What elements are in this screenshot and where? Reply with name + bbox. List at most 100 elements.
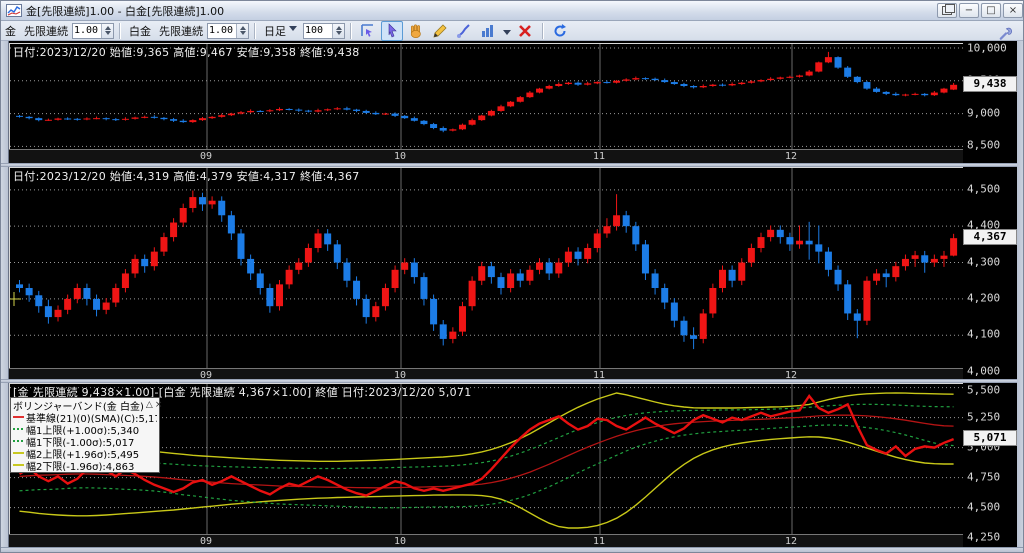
bar-count-input[interactable] bbox=[304, 23, 332, 38]
gold-series-label: 先限連続 bbox=[24, 24, 68, 38]
wrench-icon bbox=[999, 27, 1012, 40]
chart-panel-platinum: 日付:2023/12/20 始値:4,319 高値:4,379 安値:4,317… bbox=[1, 167, 1023, 382]
spread-time-axis: 09 10 11 12 bbox=[9, 534, 965, 548]
chart-panel-spread: [金 先限連続 9,438×1.00]-[白金 先限連続 4,367×1.00]… bbox=[1, 383, 1023, 548]
legend-item: 幅1下限(-1.00σ):5,017 bbox=[13, 435, 157, 447]
legend-line-swatch bbox=[13, 428, 24, 430]
toolbar: 金 先限連続 白金 先限連続 日足 bbox=[1, 20, 1023, 41]
y-axis-tick-label: 4,750 bbox=[967, 470, 1001, 484]
brush-icon bbox=[457, 23, 470, 38]
chart-panel-gold: 日付:2023/12/20 始値:9,365 高値:9,467 安値:9,358… bbox=[1, 41, 1023, 163]
chart-style-button[interactable] bbox=[477, 21, 499, 41]
select-tool-button[interactable] bbox=[381, 20, 403, 41]
spinner-arrows-icon[interactable] bbox=[236, 23, 248, 38]
legend-line-swatch bbox=[13, 440, 24, 442]
legend-line-swatch bbox=[13, 464, 24, 466]
minimize-button[interactable]: − bbox=[959, 3, 979, 18]
gold-multiplier-input[interactable] bbox=[73, 23, 101, 38]
x-axis-month-label: 10 bbox=[393, 536, 407, 547]
gold-ohlc-info: 日付:2023/12/20 始値:9,365 高値:9,467 安値:9,358… bbox=[13, 46, 360, 59]
bar-chart-icon bbox=[482, 24, 493, 37]
platinum-ohlc-info: 日付:2023/12/20 始値:4,319 高値:4,379 安値:4,317… bbox=[13, 170, 360, 183]
panel-left-strip bbox=[1, 167, 9, 381]
legend-close-button[interactable]: × bbox=[155, 400, 163, 410]
pencil-icon bbox=[433, 23, 447, 38]
current-value-badge: 4,367 bbox=[963, 229, 1017, 246]
x-axis-month-label: 11 bbox=[592, 151, 606, 162]
crosshair-tool-button[interactable] bbox=[357, 21, 379, 41]
crosshair-tool-icon bbox=[361, 23, 373, 37]
period-dropdown[interactable]: 日足 bbox=[264, 23, 299, 39]
gold-candlestick-chart[interactable]: 日付:2023/12/20 始値:9,365 高値:9,467 安値:9,358… bbox=[9, 43, 965, 150]
y-axis-tick-label: 4,100 bbox=[967, 327, 1001, 341]
current-value-badge: 9,438 bbox=[963, 75, 1017, 92]
y-axis-tick-label: 4,200 bbox=[967, 291, 1001, 305]
platinum-candlestick-chart[interactable]: 日付:2023/12/20 始値:4,319 高値:4,379 安値:4,317… bbox=[9, 167, 965, 369]
bollinger-legend: ボリンジャーバンド(金 白金) △ × 基準線(21)(0)(SMA)(C):5… bbox=[10, 397, 162, 473]
refresh-icon bbox=[554, 23, 566, 37]
chart-style-dropdown-arrow-icon[interactable] bbox=[503, 30, 511, 39]
title-bar: 金[先限連続]1.00 - 白金[先限連続]1.00 − □ × bbox=[1, 1, 1023, 21]
copy-window-button[interactable] bbox=[937, 3, 957, 18]
window-bottom-edge bbox=[1, 547, 1023, 552]
legend-line-swatch bbox=[13, 452, 24, 454]
legend-item: 基準線(21)(0)(SMA)(C):5,179 bbox=[13, 411, 157, 423]
platinum-symbol-label: 白金 bbox=[129, 24, 151, 38]
platinum-multiplier-input[interactable] bbox=[208, 23, 236, 38]
platinum-series-label: 先限連続 bbox=[159, 24, 203, 38]
y-axis-tick-label: 4,500 bbox=[967, 182, 1001, 196]
toolbar-separator bbox=[119, 22, 120, 39]
toolbar-separator bbox=[254, 22, 255, 39]
legend-collapse-button[interactable]: △ bbox=[146, 400, 153, 410]
bar-count-spinner[interactable] bbox=[303, 22, 345, 39]
refresh-button[interactable] bbox=[549, 21, 571, 41]
legend-item: 幅2上限(+1.96σ):5,495 bbox=[13, 447, 157, 459]
gold-multiplier-spinner[interactable] bbox=[72, 22, 114, 39]
maximize-button[interactable]: □ bbox=[981, 3, 1001, 18]
x-axis-month-label: 09 bbox=[199, 151, 213, 162]
clear-drawings-button[interactable] bbox=[514, 21, 536, 41]
legend-item: 幅2下限(-1.96σ):4,863 bbox=[13, 459, 157, 471]
y-axis-tick-label: 8,500 bbox=[967, 138, 1001, 152]
panel-left-strip bbox=[1, 383, 9, 547]
window-title: 金[先限連続]1.00 - 白金[先限連続]1.00 bbox=[26, 4, 225, 18]
brush-tool-button[interactable] bbox=[453, 21, 475, 41]
y-axis-tick-label: 9,000 bbox=[967, 106, 1001, 120]
current-value-badge: 5,071 bbox=[963, 430, 1017, 447]
x-axis-month-label: 12 bbox=[784, 151, 798, 162]
delete-x-icon bbox=[519, 24, 531, 37]
select-tool-icon bbox=[388, 22, 397, 37]
x-axis-month-label: 09 bbox=[199, 536, 213, 547]
y-axis-tick-label: 4,500 bbox=[967, 500, 1001, 514]
dropdown-arrow-icon bbox=[289, 25, 297, 35]
y-axis-tick-label: 10,000 bbox=[967, 41, 1007, 55]
settings-wrench-button[interactable] bbox=[994, 23, 1016, 43]
panel-left-strip bbox=[1, 41, 9, 163]
y-axis-tick-label: 4,250 bbox=[967, 530, 1001, 544]
y-axis-tick-label: 4,000 bbox=[967, 364, 1001, 378]
pan-tool-button[interactable] bbox=[405, 21, 427, 41]
app-window: 金[先限連続]1.00 - 白金[先限連続]1.00 − □ × 金 先限連続 … bbox=[0, 0, 1024, 553]
pencil-tool-button[interactable] bbox=[429, 21, 451, 41]
spread-value-axis: 5,500 5,250 5,000 4,750 4,500 4,250 5,071 bbox=[963, 383, 1023, 547]
toolbar-separator bbox=[542, 22, 543, 39]
toolbar-separator bbox=[350, 22, 351, 39]
window-right-edge bbox=[1017, 41, 1023, 547]
hand-icon bbox=[410, 23, 421, 38]
spread-bollinger-chart[interactable]: [金 先限連続 9,438×1.00]-[白金 先限連続 4,367×1.00]… bbox=[9, 383, 965, 535]
legend-title-row: ボリンジャーバンド(金 白金) △ × bbox=[13, 399, 162, 413]
y-axis-tick-label: 5,500 bbox=[967, 383, 1001, 397]
gold-price-axis: 10,0009,5009,0008,5009,438 bbox=[963, 41, 1023, 163]
x-axis-month-label: 12 bbox=[784, 536, 798, 547]
legend-item: 幅1上限(+1.00σ):5,340 bbox=[13, 423, 157, 435]
x-axis-month-label: 10 bbox=[393, 151, 407, 162]
close-button[interactable]: × bbox=[1003, 3, 1023, 18]
x-axis-month-label: 11 bbox=[592, 536, 606, 547]
spinner-arrows-icon[interactable] bbox=[101, 23, 113, 38]
platinum-multiplier-spinner[interactable] bbox=[207, 22, 249, 39]
copy-icon bbox=[942, 4, 955, 15]
gold-time-axis: 09 10 11 12 bbox=[9, 149, 965, 163]
spinner-arrows-icon[interactable] bbox=[332, 23, 344, 38]
y-axis-tick-label: 5,250 bbox=[967, 410, 1001, 424]
legend-line-swatch bbox=[13, 416, 24, 418]
